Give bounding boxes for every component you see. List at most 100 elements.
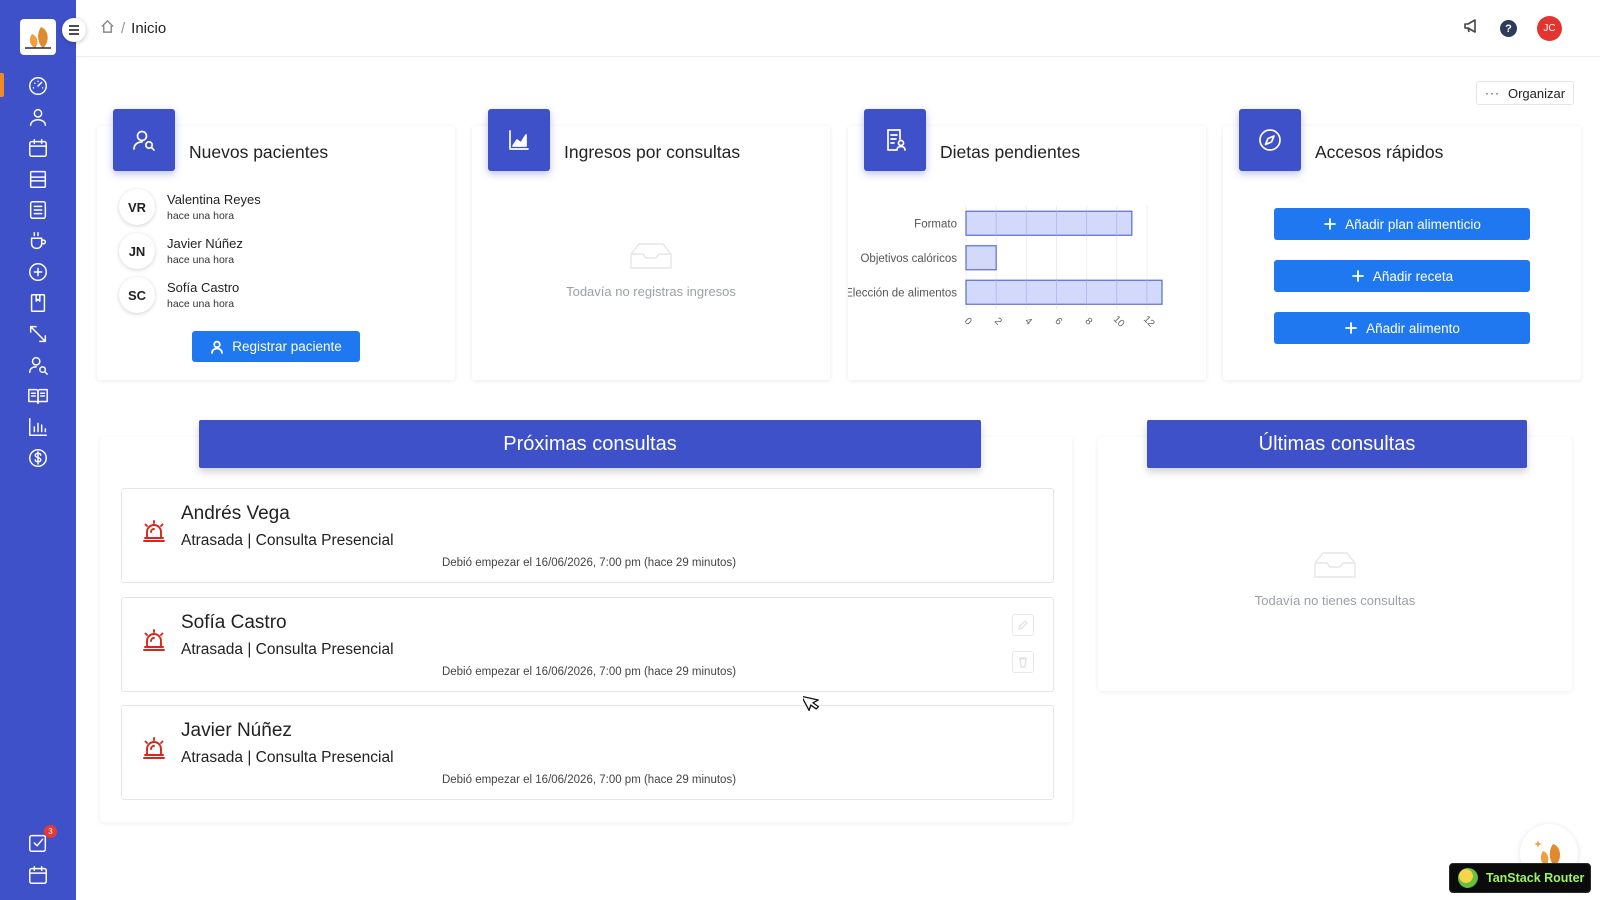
- tanstack-router-label: TanStack Router: [1486, 871, 1585, 885]
- plus-icon: [1324, 218, 1336, 230]
- income-empty-state: Todavía no registras ingresos: [472, 238, 830, 299]
- breadcrumb-separator: /: [121, 20, 126, 37]
- patients-card-icon: [113, 109, 175, 171]
- card-title: Accesos rápidos: [1315, 142, 1444, 162]
- income-card: Ingresos por consultas Todavía no regist…: [472, 109, 830, 380]
- appointment-patient-name: Javier Núñez: [181, 720, 292, 741]
- plus-icon: [1345, 322, 1357, 334]
- appointment-card[interactable]: Javier Núñez Atrasada | Consulta Presenc…: [121, 705, 1054, 800]
- chart-tick-label: 4: [1022, 316, 1034, 328]
- top-bar: [76, 0, 1600, 57]
- appointment-time: Debió empezar el 16/06/2026, 7:00 pm (ha…: [441, 557, 737, 569]
- calendar-icon: [29, 866, 47, 884]
- user-icon: [29, 108, 47, 126]
- sidebar-item-finance[interactable]: [26, 446, 50, 470]
- help-icon[interactable]: ?: [1500, 20, 1517, 37]
- sidebar-item-store[interactable]: [26, 167, 50, 191]
- bar-chart-icon: [29, 418, 47, 436]
- plus-icon: [1351, 270, 1364, 282]
- bookmark-book-icon: [30, 294, 46, 312]
- appointment-card[interactable]: Andrés Vega Atrasada | Consulta Presenci…: [121, 488, 1054, 583]
- plus-circle-icon: [29, 263, 47, 281]
- appointment-status: Atrasada | Consulta Presencial: [181, 749, 394, 766]
- register-patient-label: Registrar paciente: [232, 339, 342, 354]
- sidebar-item-agenda[interactable]: [26, 863, 50, 887]
- income-empty-text: Todavía no registras ingresos: [566, 284, 736, 299]
- breadcrumb-current: Inicio: [131, 20, 167, 37]
- chart-tick-label: 8: [1083, 316, 1095, 328]
- chart-tick-label: 10: [1111, 314, 1127, 330]
- sidebar-item-inicio[interactable]: [26, 74, 50, 98]
- announcements-button[interactable]: [1462, 17, 1480, 40]
- dashboard-gauge-icon: [29, 77, 47, 95]
- compass-icon: [1259, 129, 1281, 151]
- sidebar: 3: [0, 0, 76, 900]
- add-meal-plan-label: Añadir plan alimenticio: [1345, 216, 1481, 232]
- app-logo[interactable]: [20, 19, 56, 55]
- sidebar-item-add[interactable]: [26, 260, 50, 284]
- user-search-icon: [133, 130, 155, 151]
- sidebar-item-calendar[interactable]: [26, 136, 50, 160]
- sidebar-item-food[interactable]: [26, 229, 50, 253]
- calendar-icon: [29, 139, 47, 157]
- appointment-time: Debió empezar el 16/06/2026, 7:00 pm (ha…: [441, 774, 737, 786]
- appointment-status: Atrasada | Consulta Presencial: [181, 641, 394, 658]
- diets-card-icon: [864, 109, 926, 171]
- tasks-badge: 3: [44, 825, 57, 838]
- dollar-circle-icon: [29, 449, 47, 467]
- patient-item[interactable]: JN Javier Núñez hace una hora: [119, 233, 243, 269]
- add-food-label: Añadir alimento: [1366, 320, 1460, 336]
- home-icon[interactable]: [100, 19, 115, 38]
- patient-item[interactable]: VR Valentina Reyes hace una hora: [119, 189, 261, 225]
- sidebar-item-patients[interactable]: [26, 105, 50, 129]
- quick-access-card-icon: [1239, 109, 1301, 171]
- delete-appointment-button[interactable]: [1012, 651, 1034, 673]
- patient-avatar: JN: [119, 233, 155, 269]
- tanstack-router-devtools-button[interactable]: TanStack Router: [1449, 863, 1591, 893]
- sidebar-item-measure[interactable]: [26, 322, 50, 346]
- card-title: Nuevos pacientes: [189, 142, 329, 162]
- new-patients-card: Nuevos pacientes VR Valentina Reyes hace…: [97, 109, 455, 380]
- chart-category-label: Objetivos calóricos: [860, 253, 957, 265]
- open-book-icon: [28, 388, 48, 405]
- sidebar-item-guides[interactable]: [26, 384, 50, 408]
- add-recipe-button[interactable]: Añadir receta: [1274, 260, 1530, 292]
- sidebar-item-tasks[interactable]: 3: [26, 825, 57, 855]
- chart-category-label: Elección de alimentos: [848, 287, 957, 299]
- edit-appointment-button[interactable]: [1012, 614, 1034, 636]
- appointment-status: Atrasada | Consulta Presencial: [181, 532, 394, 549]
- area-chart-icon: [509, 130, 529, 150]
- appointment-time: Debió empezar el 16/06/2026, 7:00 pm (ha…: [441, 666, 737, 678]
- appointment-card[interactable]: Sofía Castro Atrasada | Consulta Presenc…: [121, 597, 1054, 692]
- chart-bar: [965, 245, 997, 271]
- sidebar-item-book[interactable]: [26, 291, 50, 315]
- document-user-icon: [887, 129, 906, 151]
- empty-inbox-icon: [1314, 552, 1356, 578]
- alarm-icon: [141, 518, 167, 544]
- menu-toggle-button[interactable]: [62, 18, 86, 42]
- chart-category-label: Formato: [914, 218, 957, 230]
- alarm-icon: [141, 735, 167, 761]
- patient-name: Sofía Castro: [167, 280, 240, 295]
- last-appointments-header: Últimas consultas: [1147, 420, 1527, 468]
- add-food-button[interactable]: Añadir alimento: [1274, 312, 1530, 344]
- register-patient-button[interactable]: Registrar paciente: [192, 331, 360, 362]
- pending-diets-card: Dietas pendientes Formato Objetivos calór…: [848, 109, 1206, 380]
- user-icon: [211, 340, 224, 354]
- sidebar-item-list[interactable]: [26, 198, 50, 222]
- appointment-patient-name: Sofía Castro: [181, 612, 287, 633]
- appointment-patient-name: Andrés Vega: [181, 503, 290, 524]
- more-dots-icon: ···: [1484, 86, 1500, 100]
- patient-item[interactable]: SC Sofía Castro hace una hora: [119, 277, 239, 313]
- chart-tick-label: 2: [992, 316, 1004, 328]
- sidebar-item-stats[interactable]: [26, 415, 50, 439]
- sidebar-item-user-search[interactable]: [26, 353, 50, 377]
- hamburger-icon: [69, 25, 79, 35]
- quick-access-card: Accesos rápidos Añadir plan alimenticio …: [1223, 109, 1581, 380]
- organize-button[interactable]: ··· Organizar: [1476, 81, 1574, 105]
- breadcrumb: / Inicio: [100, 19, 166, 38]
- user-avatar[interactable]: JC: [1537, 16, 1562, 41]
- user-search-icon: [29, 356, 48, 375]
- card-title: Ingresos por consultas: [564, 142, 741, 162]
- add-meal-plan-button[interactable]: Añadir plan alimenticio: [1274, 208, 1530, 240]
